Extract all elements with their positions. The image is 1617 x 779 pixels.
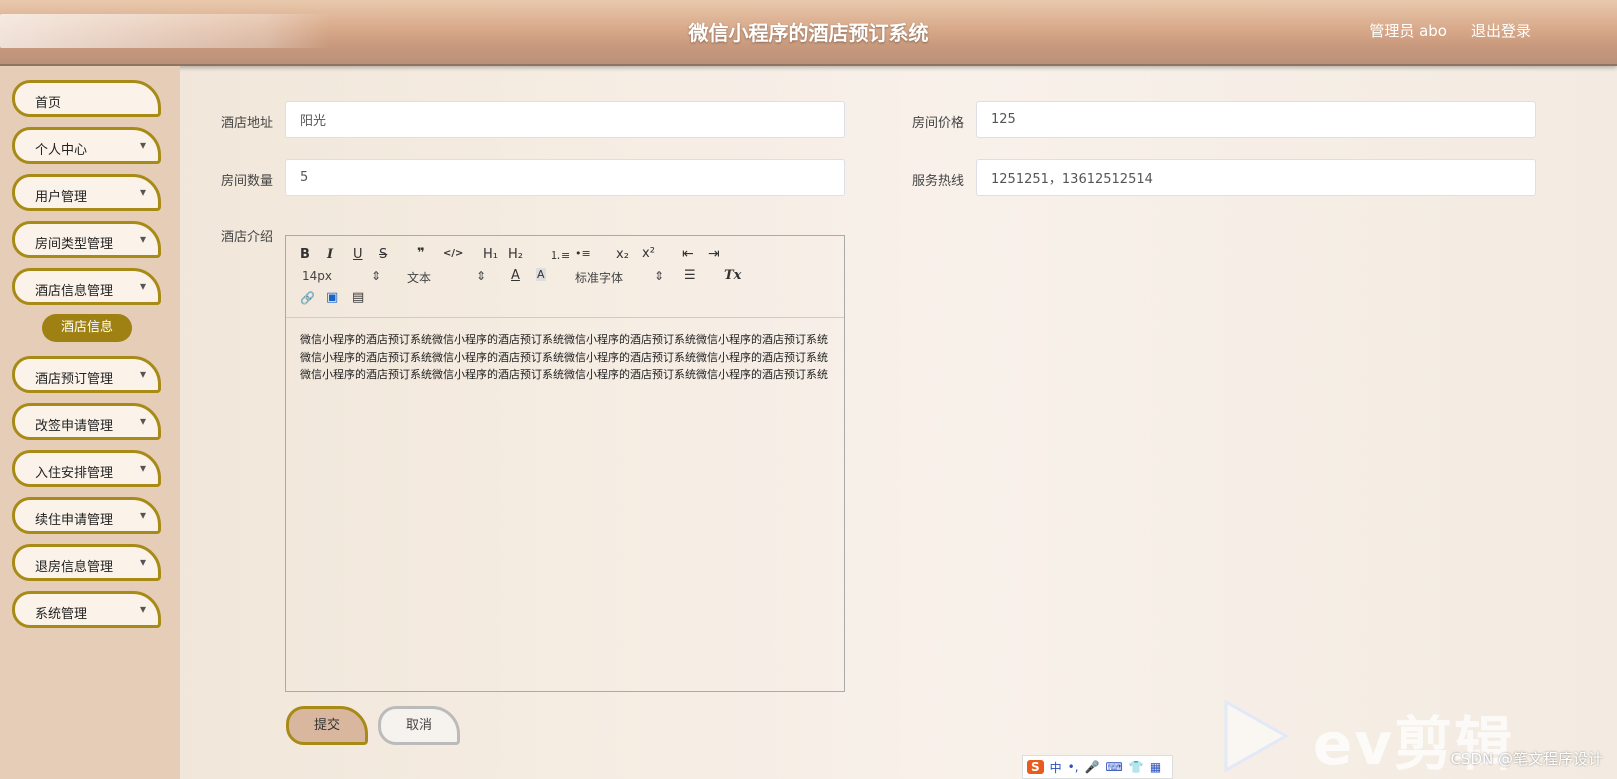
sidebar-item-checkin[interactable]: 入住安排管理 ▾: [12, 450, 161, 487]
chevron-down-icon: ▾: [139, 461, 146, 475]
ime-voice-icon[interactable]: 🎤: [1085, 760, 1100, 774]
sidebar-item-label: 首页: [35, 96, 62, 111]
sidebar-item-label: 退房信息管理: [35, 560, 114, 575]
chevron-down-icon: ▾: [139, 508, 146, 522]
select-arrows-icon: ⇕: [371, 269, 382, 283]
chevron-down-icon: ▾: [139, 185, 146, 199]
ordered-list-icon[interactable]: ⒈≡: [550, 247, 570, 263]
clear-format-icon[interactable]: Tx: [724, 268, 741, 283]
sidebar-item-label: 酒店信息管理: [35, 284, 114, 299]
chevron-down-icon: ▾: [139, 138, 146, 152]
heading-1-icon[interactable]: H₁: [483, 247, 498, 262]
subscript-icon[interactable]: x₂: [616, 247, 629, 262]
strikethrough-icon[interactable]: S: [379, 247, 387, 262]
sidebar-item-label: 入住安排管理: [35, 466, 114, 481]
ime-tools-icon[interactable]: ▦: [1150, 760, 1161, 774]
address-label: 酒店地址: [221, 116, 274, 131]
font-color-icon[interactable]: A: [511, 268, 520, 283]
code-block-icon[interactable]: </>: [443, 248, 463, 259]
bullet-list-icon[interactable]: •≡: [575, 247, 591, 260]
align-icon[interactable]: ☰: [684, 268, 696, 283]
csdn-credit: CSDN @笔文程序设计: [1450, 750, 1603, 768]
chevron-down-icon: ▾: [139, 414, 146, 428]
sidebar-item-checkout[interactable]: 退房信息管理 ▾: [12, 544, 161, 581]
chevron-down-icon: ▾: [139, 602, 146, 616]
sidebar-item-extend-stay[interactable]: 续住申请管理 ▾: [12, 497, 161, 534]
sidebar-item-label: 用户管理: [35, 190, 88, 205]
chevron-down-icon: ▾: [139, 279, 146, 293]
chevron-down-icon: ▾: [139, 367, 146, 381]
sidebar-item-room-types[interactable]: 房间类型管理 ▾: [12, 221, 161, 258]
italic-icon[interactable]: I: [327, 247, 333, 262]
sidebar-item-system[interactable]: 系统管理 ▾: [12, 591, 161, 628]
indent-icon[interactable]: ⇥: [708, 246, 720, 262]
ime-keyboard-icon[interactable]: ⌨: [1106, 760, 1123, 774]
select-arrows-icon: ⇕: [654, 269, 665, 283]
image-icon[interactable]: ▣: [326, 290, 338, 305]
price-input[interactable]: [976, 101, 1536, 138]
intro-label: 酒店介绍: [221, 230, 274, 245]
sidebar-item-users[interactable]: 用户管理 ▾: [12, 174, 161, 211]
ime-punctuation-icon[interactable]: •,: [1068, 760, 1079, 774]
bold-icon[interactable]: B: [300, 247, 310, 262]
ime-toolbar: S 中 •, 🎤 ⌨ 👕 ▦: [1022, 755, 1173, 779]
chevron-down-icon: ▾: [139, 232, 146, 246]
sogou-logo-icon[interactable]: S: [1027, 760, 1044, 774]
current-user: 管理员 abo: [1369, 22, 1447, 40]
watermark-play-icon: [1224, 700, 1290, 772]
sidebar-item-label: 个人中心: [35, 143, 88, 158]
room-count-label: 房间数量: [221, 174, 274, 189]
sidebar-item-change-requests[interactable]: 改签申请管理 ▾: [12, 403, 161, 440]
sidebar-item-hotel-info[interactable]: 酒店信息管理 ▾: [12, 268, 161, 305]
hotline-input[interactable]: [976, 159, 1536, 196]
rich-text-editor: B I U S ❞ </> H₁ H₂ ⒈≡ •≡ x₂ x² ⇤ ⇥ 14px…: [285, 235, 845, 692]
logout-link[interactable]: 退出登录: [1471, 20, 1531, 41]
ime-skin-icon[interactable]: 👕: [1129, 760, 1144, 774]
sidebar: 首页 个人中心 ▾ 用户管理 ▾ 房间类型管理 ▾ 酒店信息管理 ▾ 酒店信息 …: [0, 66, 180, 779]
sidebar-item-label: 续住申请管理: [35, 513, 114, 528]
underline-icon[interactable]: U: [353, 247, 363, 262]
ime-chinese-mode[interactable]: 中: [1050, 759, 1062, 776]
font-family-select[interactable]: 标准字体: [575, 269, 623, 286]
sidebar-item-label: 系统管理: [35, 607, 88, 622]
cancel-button[interactable]: 取消: [378, 706, 460, 745]
editor-content[interactable]: 微信小程序的酒店预订系统微信小程序的酒店预订系统微信小程序的酒店预订系统微信小程…: [300, 331, 830, 384]
price-label: 房间价格: [912, 116, 965, 131]
superscript-icon[interactable]: x²: [642, 246, 655, 261]
hotline-label: 服务热线: [912, 174, 965, 189]
sidebar-item-label: 改签申请管理: [35, 419, 114, 434]
top-header: 微信小程序的酒店预订系统 管理员 abo 退出登录: [0, 0, 1617, 66]
sidebar-item-profile[interactable]: 个人中心 ▾: [12, 127, 161, 164]
heading-2-icon[interactable]: H₂: [508, 247, 523, 262]
blockquote-icon[interactable]: ❞: [417, 246, 425, 261]
chevron-down-icon: ▾: [139, 555, 146, 569]
submenu-item-hotel-info[interactable]: 酒店信息: [42, 314, 132, 342]
link-icon[interactable]: 🔗: [300, 291, 315, 305]
sidebar-item-label: 房间类型管理: [35, 237, 114, 252]
text-type-select[interactable]: 文本: [407, 269, 431, 286]
font-size-select[interactable]: 14px: [302, 269, 332, 283]
outdent-icon[interactable]: ⇤: [682, 246, 694, 262]
sidebar-item-home[interactable]: 首页: [12, 80, 161, 117]
sidebar-item-label: 酒店预订管理: [35, 372, 114, 387]
select-arrows-icon: ⇕: [476, 269, 487, 283]
editor-toolbar: B I U S ❞ </> H₁ H₂ ⒈≡ •≡ x₂ x² ⇤ ⇥ 14px…: [286, 236, 844, 318]
room-count-input[interactable]: [285, 159, 845, 196]
background-color-icon[interactable]: A: [536, 268, 546, 281]
sidebar-item-bookings[interactable]: 酒店预订管理 ▾: [12, 356, 161, 393]
address-input[interactable]: [285, 101, 845, 138]
video-icon[interactable]: ▤: [352, 290, 364, 305]
submit-button[interactable]: 提交: [286, 706, 368, 745]
